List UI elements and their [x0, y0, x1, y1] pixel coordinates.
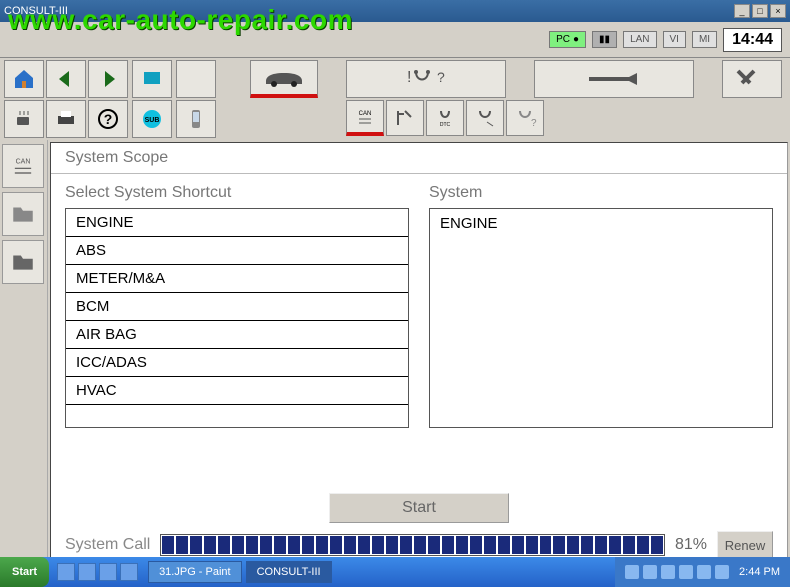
- list-item[interactable]: ICC/ADAS: [66, 349, 408, 377]
- steth-help-button[interactable]: ?: [506, 100, 544, 136]
- close-button[interactable]: ×: [770, 4, 786, 18]
- back-button[interactable]: [46, 60, 86, 98]
- maximize-button[interactable]: □: [752, 4, 768, 18]
- status-mi: MI: [692, 31, 717, 48]
- shortcut-label: Select System Shortcut: [65, 184, 409, 202]
- status-vi: VI: [663, 31, 686, 48]
- tray-clock: 2:44 PM: [739, 566, 780, 578]
- quick-launch[interactable]: [49, 563, 146, 581]
- window-title: CONSULT-III: [4, 5, 68, 17]
- svg-text:CAN: CAN: [359, 111, 372, 117]
- forward-button[interactable]: [88, 60, 128, 98]
- titlebar: CONSULT-III _ □ ×: [0, 0, 790, 22]
- list-item[interactable]: METER/M&A: [66, 265, 408, 293]
- svg-text:CAN: CAN: [16, 159, 31, 166]
- list-item[interactable]: AIR BAG: [66, 321, 408, 349]
- svg-text:?: ?: [531, 118, 537, 129]
- selected-system-box: ENGINE: [429, 208, 773, 428]
- dtc-button[interactable]: DTC: [426, 100, 464, 136]
- progress-label: System Call: [65, 536, 150, 554]
- tray-icon[interactable]: [625, 565, 639, 579]
- coffee-icon[interactable]: [4, 100, 44, 138]
- start-menu-button[interactable]: Start: [0, 557, 49, 587]
- wrench-nav-button[interactable]: [534, 60, 694, 98]
- status-lan: LAN: [623, 31, 656, 48]
- taskbar-task[interactable]: 31.JPG - Paint: [148, 561, 242, 583]
- tool-2-button[interactable]: [386, 100, 424, 136]
- tray-icon[interactable]: [643, 565, 657, 579]
- tray-icon[interactable]: [661, 565, 675, 579]
- status-topbar: PC ● ▮▮ LAN VI MI 14:44: [0, 22, 790, 58]
- taskbar: Start 31.JPG - Paint CONSULT-III 2:44 PM: [0, 557, 790, 587]
- selected-system: ENGINE: [440, 215, 762, 232]
- renew-button[interactable]: Renew: [717, 531, 773, 559]
- svg-text:?: ?: [437, 69, 445, 85]
- clock: 14:44: [723, 28, 782, 52]
- sub-button[interactable]: SUB: [132, 100, 172, 138]
- tray-icon[interactable]: [697, 565, 711, 579]
- diagnose-nav-button[interactable]: !?: [346, 60, 506, 98]
- tray-icon[interactable]: [679, 565, 693, 579]
- list-item[interactable]: BCM: [66, 293, 408, 321]
- blank-1: [176, 60, 216, 98]
- svg-text:?: ?: [104, 111, 113, 127]
- system-tray[interactable]: 2:44 PM: [615, 557, 790, 587]
- status-pc: PC ●: [549, 31, 586, 48]
- minimize-button[interactable]: _: [734, 4, 750, 18]
- system-label: System: [429, 184, 773, 202]
- svg-text:!: !: [407, 69, 411, 86]
- toolbar: ? SUB !? CAN DTC ?: [0, 58, 790, 140]
- car-nav-button[interactable]: [250, 60, 318, 98]
- phone-icon[interactable]: [176, 100, 216, 138]
- folder-side-button[interactable]: [2, 192, 44, 236]
- can-side-button[interactable]: CAN: [2, 144, 44, 188]
- taskbar-task[interactable]: CONSULT-III: [246, 561, 332, 583]
- content-panel: System Scope Select System Shortcut ENGI…: [50, 142, 788, 568]
- list-item[interactable]: ABS: [66, 237, 408, 265]
- section-title: System Scope: [51, 143, 787, 174]
- folder2-side-button[interactable]: [2, 240, 44, 284]
- svg-text:SUB: SUB: [145, 117, 160, 124]
- can-diag-button[interactable]: CAN: [346, 100, 384, 136]
- list-item[interactable]: ENGINE: [66, 209, 408, 237]
- start-button[interactable]: Start: [329, 493, 509, 523]
- list-item[interactable]: HVAC: [66, 377, 408, 405]
- progress-percent: 81%: [675, 536, 707, 554]
- steth-tool-button[interactable]: [466, 100, 504, 136]
- print-button[interactable]: [46, 100, 86, 138]
- sidebar: CAN: [0, 140, 48, 570]
- system-shortcut-list[interactable]: ENGINE ABS METER/M&A BCM AIR BAG ICC/ADA…: [65, 208, 409, 428]
- tray-icon[interactable]: [715, 565, 729, 579]
- svg-text:DTC: DTC: [440, 122, 451, 128]
- screen-button[interactable]: [132, 60, 172, 98]
- battery-icon: ▮▮: [592, 31, 617, 48]
- tools-nav-button[interactable]: [722, 60, 782, 98]
- progress-bar: [160, 534, 665, 556]
- home-button[interactable]: [4, 60, 44, 98]
- help-button[interactable]: ?: [88, 100, 128, 138]
